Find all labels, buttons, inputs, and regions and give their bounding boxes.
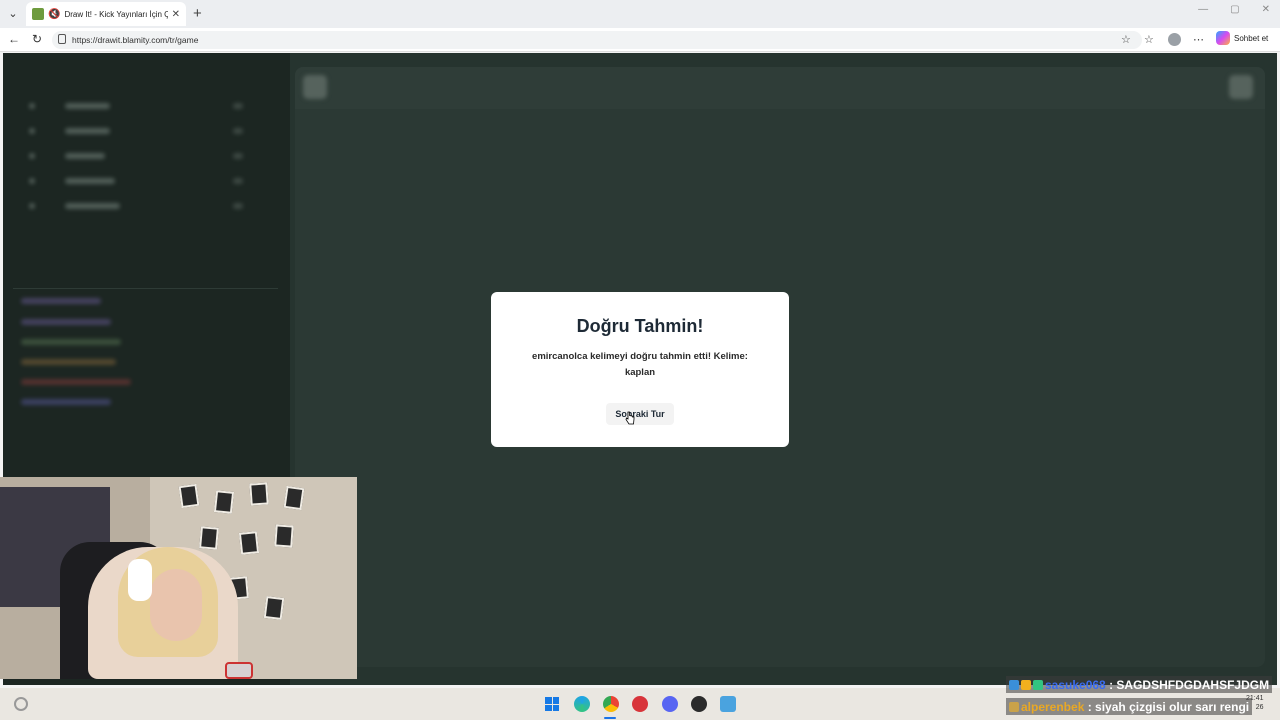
url-text: https://drawit.blamity.com/tr/game [72,35,199,45]
app-icon[interactable] [720,696,736,712]
speaker-muted-icon[interactable]: 🔇 [48,9,60,20]
chat-line [21,298,101,304]
wall-photo [178,483,200,509]
minimize-icon[interactable]: — [1198,4,1208,15]
maximize-icon[interactable]: ▢ [1230,4,1239,15]
profile-avatar[interactable] [1168,33,1181,46]
copilot-button[interactable]: Sohbet et [1216,31,1268,45]
copilot-icon [1216,31,1230,45]
widgets-icon[interactable] [14,697,28,711]
active-app-indicator [604,717,616,719]
wall-photo [238,531,260,555]
webcam-overlay [0,477,357,679]
chat-separator: : [1105,677,1117,692]
player-row [29,176,115,186]
toolbar-button[interactable] [303,75,327,99]
back-arrow-icon[interactable]: ← [8,32,20,46]
wall-photo [213,490,235,514]
badge-icon [1009,679,1019,690]
player-row [29,101,110,111]
player-score [233,153,243,159]
browser-tab-strip: ⌄ 🔇 Draw It! - Kick Yayınları İçin Ç ✕ +… [0,0,1280,28]
wall-photo [283,485,305,511]
windows-start-icon[interactable] [545,697,559,711]
badge-icon [1033,679,1043,690]
chat-message: alperenbek : siyah çizgisi olur sarı ren… [1006,698,1253,715]
address-bar[interactable]: https://drawit.blamity.com/tr/game [52,31,1142,49]
stream-chat-overlay: sasuke068 : SAGDSHFDGDAHSFJDGM alperenbe… [1006,676,1280,720]
copilot-label: Sohbet et [1234,33,1269,43]
chat-line [21,339,121,345]
chat-message: sasuke068 : SAGDSHFDGDAHSFJDGM [1006,676,1273,693]
hand-cursor-icon [625,411,635,425]
dialog-message: emircanolca kelimeyi doğru tahmin etti! … [532,351,748,378]
player-row [29,201,120,211]
chat-line [21,319,111,325]
site-favicon-icon [32,8,44,20]
streamer-face [150,569,202,641]
edge-icon[interactable] [574,696,590,712]
chat-username: sasuke068 [1045,677,1106,692]
wall-photo [249,482,269,506]
window-close-icon[interactable]: ✕ [1262,4,1270,15]
mug [225,662,253,679]
player-score [233,128,243,134]
toolbar-button[interactable] [1229,75,1253,99]
new-tab-icon[interactable]: + [193,5,202,22]
chat-line [21,379,131,385]
app-icon[interactable] [632,696,648,712]
chat-text: siyah çizgisi olur sarı rengi [1095,699,1250,714]
window-controls: — ▢ ✕ [1198,4,1270,15]
player-row [29,126,110,136]
wall-photo [199,526,219,550]
obs-icon[interactable] [691,696,707,712]
badge-icon [1021,679,1031,690]
chat-text: SAGDSHFDGDAHSFJDGM [1116,677,1270,692]
player-row [29,151,105,161]
browser-tab[interactable]: 🔇 Draw It! - Kick Yayınları İçin Ç ✕ [26,2,186,26]
chevron-down-icon[interactable]: ⌄ [5,6,21,22]
dialog-title: Doğru Tahmin! [576,316,704,336]
site-info-icon[interactable] [58,34,66,44]
collections-icon[interactable]: ☆ [1144,33,1154,46]
reload-icon[interactable]: ↻ [32,32,42,46]
browser-toolbar: ← ↻ https://drawit.blamity.com/tr/game ☆… [0,28,1280,52]
chrome-icon[interactable] [603,696,619,712]
headset [128,559,152,601]
sidebar-divider [13,288,278,289]
chat-username: alperenbek [1021,699,1085,714]
wall-photo [263,595,285,621]
badge-icon [1009,701,1019,712]
discord-icon[interactable] [662,696,678,712]
chat-separator: : [1084,699,1096,714]
chat-line [21,359,116,365]
star-icon[interactable]: ☆ [1121,33,1131,46]
next-round-button[interactable]: Sonraki Tur [606,403,674,425]
player-score [233,203,243,209]
tab-title: Draw It! - Kick Yayınları İçin Ç [64,9,168,19]
wall-photo [274,524,294,548]
player-score [233,178,243,184]
more-icon[interactable]: ⋯ [1193,33,1204,46]
close-icon[interactable]: ✕ [172,9,180,20]
canvas-toolbar [295,67,1265,109]
chat-line [21,399,111,405]
player-score [233,103,243,109]
